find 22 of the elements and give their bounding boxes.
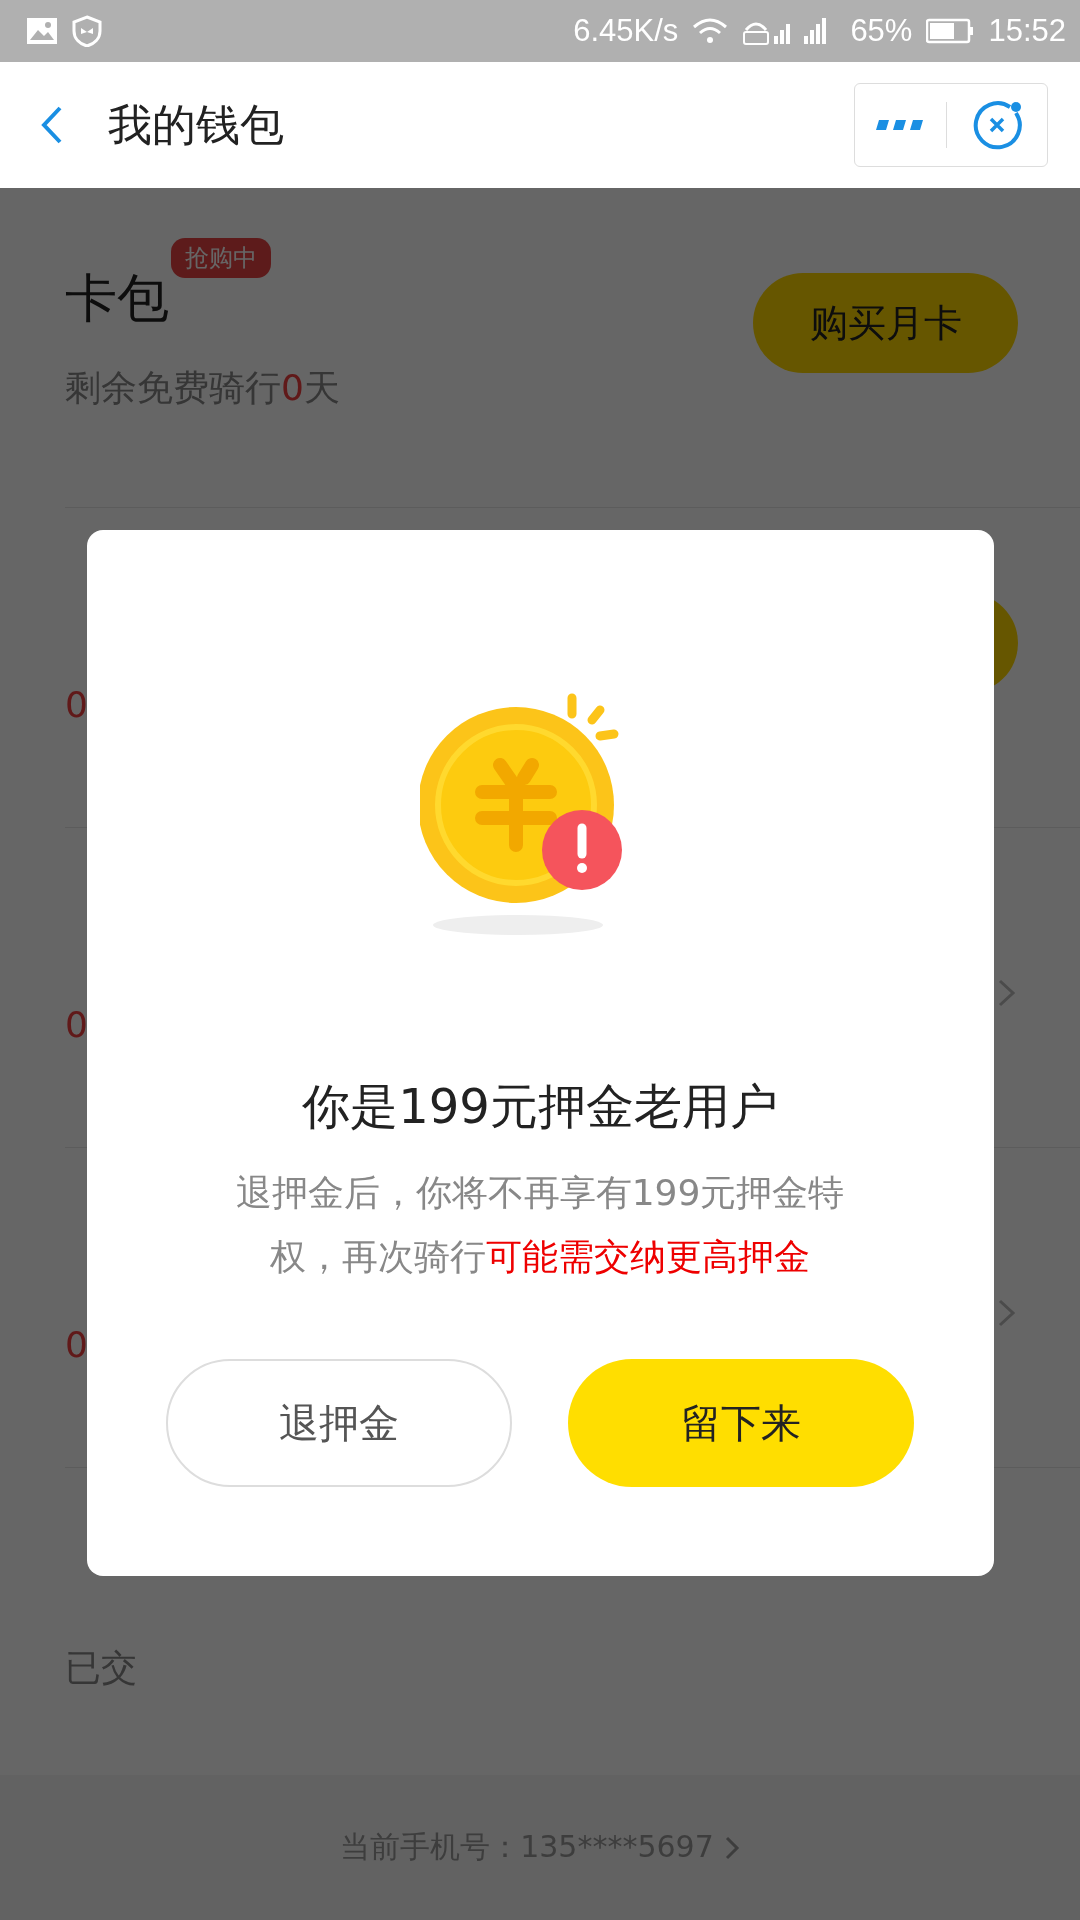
refund-button[interactable]: 退押金 [166,1359,512,1487]
more-icon[interactable] [876,119,925,132]
wifi-icon [692,17,729,46]
battery-icon [926,18,975,45]
stay-button[interactable]: 留下来 [568,1359,914,1487]
section-value: 0 [65,1004,89,1045]
section-value: 0 [65,1324,89,1365]
chevron-icon [723,1834,740,1861]
shield-icon [72,15,102,48]
chevron-icon [996,978,1018,1008]
page-title: 我的钱包 [108,97,284,152]
dialog-title: 你是199元押金老用户 [302,1077,778,1136]
network-speed: 6.45K/s [573,13,679,50]
section-value: 0 [65,684,89,725]
image-icon [26,17,58,46]
back-icon[interactable] [40,105,64,146]
battery-percent: 65% [850,13,913,50]
promo-badge: 抢购中 [171,238,271,278]
chevron-icon [996,1298,1018,1328]
section-title: 卡包 [65,267,169,330]
clock: 15:52 [988,13,1066,50]
dialog-message: 退押金后，你将不再享有199元押金特权，再次骑行可能需交纳更高押金 [234,1171,846,1279]
